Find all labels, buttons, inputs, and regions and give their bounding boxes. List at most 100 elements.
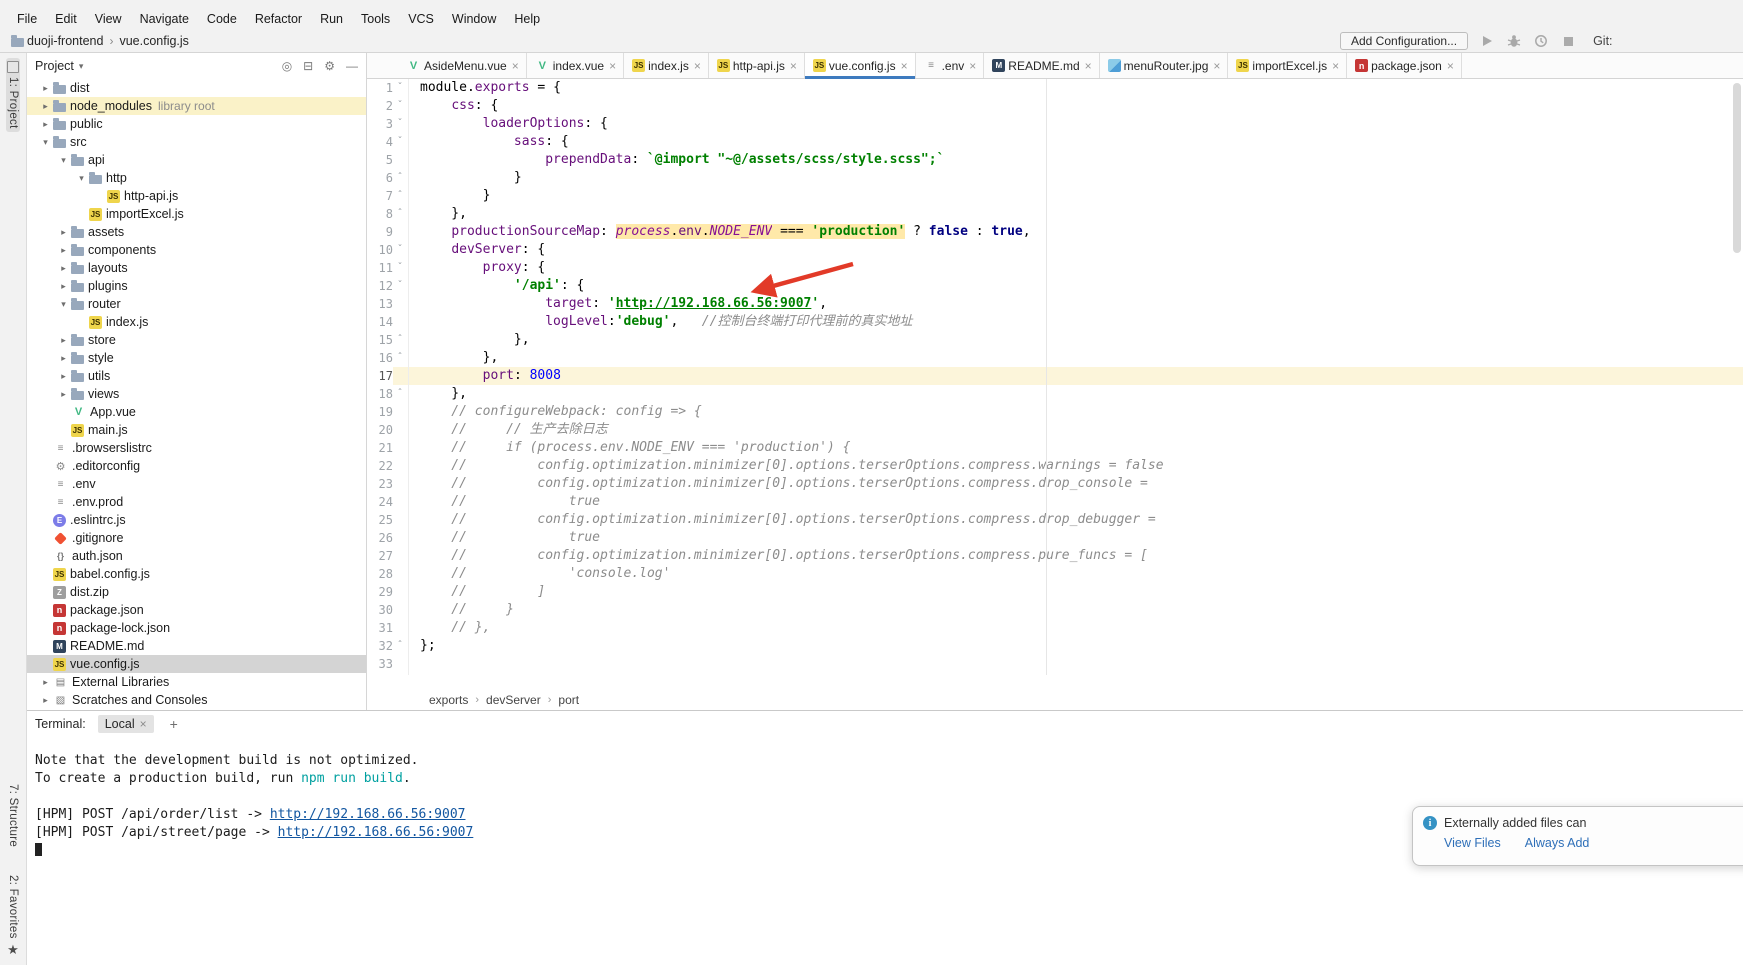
fold-marker[interactable] — [393, 493, 407, 511]
code-line[interactable]: 25 // config.optimization.minimizer[0].o… — [367, 511, 1743, 529]
tree-item-layouts[interactable]: ▸layouts — [27, 259, 366, 277]
fold-marker[interactable] — [393, 223, 407, 241]
fold-marker[interactable]: ˇ — [393, 97, 407, 115]
close-icon[interactable]: × — [694, 60, 701, 72]
chevron-icon[interactable]: ▸ — [39, 695, 52, 706]
breadcrumb-file[interactable]: vue.config.js — [119, 34, 188, 48]
tree-item-http-api-js[interactable]: JShttp-api.js — [27, 187, 366, 205]
tree-item-src[interactable]: ▾src — [27, 133, 366, 151]
fold-marker[interactable]: ˇ — [393, 277, 407, 295]
fold-marker[interactable] — [393, 151, 407, 169]
code-line[interactable]: 2ˇ css: { — [367, 97, 1743, 115]
code-line[interactable]: 27 // config.optimization.minimizer[0].o… — [367, 547, 1743, 565]
menu-view[interactable]: View — [86, 10, 131, 28]
fold-marker[interactable]: ˆ — [393, 349, 407, 367]
tree-item-components[interactable]: ▸components — [27, 241, 366, 259]
tree-item-style[interactable]: ▸style — [27, 349, 366, 367]
code-line[interactable]: 33 — [367, 655, 1743, 673]
fold-marker[interactable] — [393, 547, 407, 565]
code-line[interactable]: 16ˆ }, — [367, 349, 1743, 367]
tool-stripe-project-button[interactable]: 1: Project — [6, 58, 20, 132]
code-line[interactable]: 6ˆ } — [367, 169, 1743, 187]
chevron-icon[interactable]: ▸ — [57, 281, 70, 292]
tree-item-utils[interactable]: ▸utils — [27, 367, 366, 385]
editor-tab-vue-config-js[interactable]: JSvue.config.js× — [805, 53, 916, 78]
close-icon[interactable]: × — [1213, 60, 1220, 72]
tool-stripe-structure-button[interactable]: 7: Structure — [6, 781, 20, 850]
code-line[interactable]: 4ˇ sass: { — [367, 133, 1743, 151]
menu-vcs[interactable]: VCS — [399, 10, 443, 28]
code-line[interactable]: 14 logLevel:'debug', //控制台终端打印代理前的真实地址 — [367, 313, 1743, 331]
menu-run[interactable]: Run — [311, 10, 352, 28]
chevron-icon[interactable]: ▸ — [39, 83, 52, 94]
menu-file[interactable]: File — [8, 10, 46, 28]
editor-tab-asidemenu-vue[interactable]: VAsideMenu.vue× — [398, 53, 527, 78]
fold-marker[interactable] — [393, 421, 407, 439]
tree-item-api[interactable]: ▾api — [27, 151, 366, 169]
fold-marker[interactable] — [393, 439, 407, 457]
close-icon[interactable]: × — [969, 60, 976, 72]
tree-item-env[interactable]: ≡.env — [27, 475, 366, 493]
fold-marker[interactable] — [393, 583, 407, 601]
chevron-icon[interactable]: ▾ — [39, 137, 52, 148]
chevron-icon[interactable]: ▸ — [57, 371, 70, 382]
code-editor[interactable]: 1ˇmodule.exports = {2ˇ css: {3ˇ loaderOp… — [367, 79, 1743, 675]
terminal-tab-local[interactable]: Local × — [98, 715, 154, 733]
tree-item-node-modules[interactable]: ▸node_moduleslibrary root — [27, 97, 366, 115]
code-line[interactable]: 26 // true — [367, 529, 1743, 547]
code-line[interactable]: 7ˆ } — [367, 187, 1743, 205]
chevron-icon[interactable]: ▾ — [57, 299, 70, 310]
tree-item-auth-json[interactable]: {}auth.json — [27, 547, 366, 565]
tree-item-store[interactable]: ▸store — [27, 331, 366, 349]
chevron-icon[interactable]: ▸ — [57, 389, 70, 400]
editor-tab-http-api-js[interactable]: JShttp-api.js× — [709, 53, 805, 78]
fold-marker[interactable]: ˆ — [393, 187, 407, 205]
git-widget[interactable]: Git: — [1593, 34, 1612, 48]
stop-icon[interactable] — [1560, 33, 1576, 49]
tree-item-public[interactable]: ▸public — [27, 115, 366, 133]
editor-tab-env[interactable]: ≡.env× — [916, 53, 985, 78]
chevron-icon[interactable]: ▸ — [39, 101, 52, 112]
tree-item-gitignore[interactable]: .gitignore — [27, 529, 366, 547]
code-line[interactable]: 24 // true — [367, 493, 1743, 511]
editor-tab-menurouter-jpg[interactable]: menuRouter.jpg× — [1100, 53, 1229, 78]
hide-icon[interactable]: — — [346, 59, 358, 73]
close-icon[interactable]: × — [1332, 60, 1339, 72]
fold-marker[interactable]: ˆ — [393, 385, 407, 403]
tree-item-env-prod[interactable]: ≡.env.prod — [27, 493, 366, 511]
code-line[interactable]: 23 // config.optimization.minimizer[0].o… — [367, 475, 1743, 493]
settings-gear-icon[interactable]: ⚙ — [324, 59, 335, 73]
chevron-icon[interactable]: ▸ — [57, 353, 70, 364]
breadcrumb-exports[interactable]: exports — [429, 693, 468, 707]
tree-item-plugins[interactable]: ▸plugins — [27, 277, 366, 295]
code-line[interactable]: 28 // 'console.log' — [367, 565, 1743, 583]
editor-tab-package-json[interactable]: npackage.json× — [1347, 53, 1462, 78]
close-icon[interactable]: × — [512, 60, 519, 72]
fold-marker[interactable] — [393, 619, 407, 637]
tree-item-package-json[interactable]: npackage.json — [27, 601, 366, 619]
code-line[interactable]: 22 // config.optimization.minimizer[0].o… — [367, 457, 1743, 475]
project-panel-title[interactable]: Project — [35, 59, 74, 73]
code-line[interactable]: 8ˆ }, — [367, 205, 1743, 223]
fold-marker[interactable] — [393, 313, 407, 331]
tree-item-vue-config-js[interactable]: JSvue.config.js — [27, 655, 366, 673]
fold-marker[interactable]: ˆ — [393, 637, 407, 655]
code-line[interactable]: 1ˇmodule.exports = { — [367, 79, 1743, 97]
menu-refactor[interactable]: Refactor — [246, 10, 311, 28]
editor-tab-importexcel-js[interactable]: JSimportExcel.js× — [1228, 53, 1347, 78]
tree-item-eslintrc-js[interactable]: E.eslintrc.js — [27, 511, 366, 529]
chevron-down-icon[interactable]: ▾ — [79, 61, 84, 72]
chevron-icon[interactable]: ▸ — [39, 677, 52, 688]
code-line[interactable]: 11ˇ proxy: { — [367, 259, 1743, 277]
menu-edit[interactable]: Edit — [46, 10, 86, 28]
code-line[interactable]: 32ˆ}; — [367, 637, 1743, 655]
code-line[interactable]: 3ˇ loaderOptions: { — [367, 115, 1743, 133]
tree-item-dist[interactable]: ▸dist — [27, 79, 366, 97]
chevron-icon[interactable]: ▸ — [39, 119, 52, 130]
code-line[interactable]: 30 // } — [367, 601, 1743, 619]
tree-item-package-lock-json[interactable]: npackage-lock.json — [27, 619, 366, 637]
chevron-icon[interactable]: ▸ — [57, 245, 70, 256]
menu-navigate[interactable]: Navigate — [131, 10, 198, 28]
tree-item-main-js[interactable]: JSmain.js — [27, 421, 366, 439]
code-line[interactable]: 9 productionSourceMap: process.env.NODE_… — [367, 223, 1743, 241]
